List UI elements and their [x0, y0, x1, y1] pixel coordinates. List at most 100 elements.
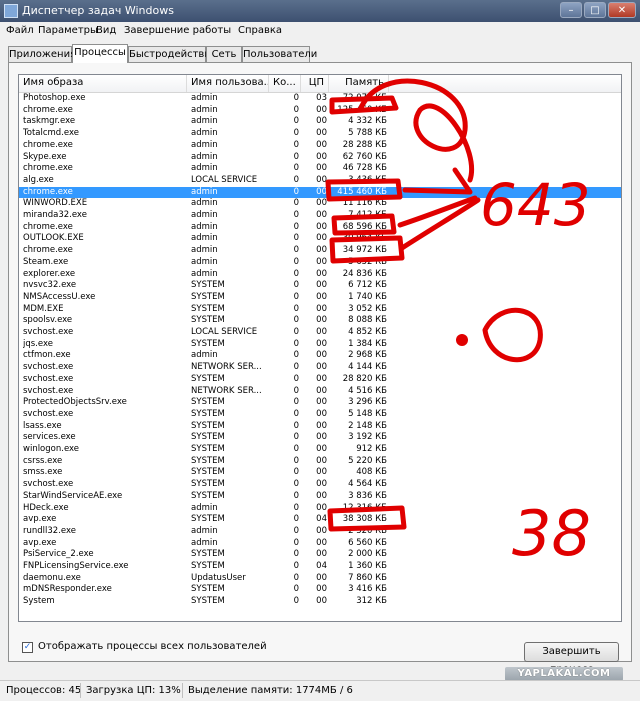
process-name: rundll32.exe [23, 525, 76, 536]
table-row[interactable]: PsiService_2.exe SYSTEM 0 00 2 000 КБ [19, 549, 621, 561]
table-row[interactable]: daemonu.exe UpdatusUser 0 00 7 860 КБ [19, 573, 621, 585]
tab-processes[interactable]: Процессы [72, 44, 128, 63]
table-row[interactable]: chrome.exe admin 0 00 68 596 КБ [19, 222, 621, 234]
tab-network[interactable]: Сеть [206, 46, 242, 62]
table-row[interactable]: svchost.exe SYSTEM 0 00 5 148 КБ [19, 409, 621, 421]
table-row[interactable]: Skype.exe admin 0 00 62 760 КБ [19, 152, 621, 164]
table-row[interactable]: Totalcmd.exe admin 0 00 5 788 КБ [19, 128, 621, 140]
process-session: 0 [293, 291, 299, 302]
process-memory: 11 116 КБ [342, 198, 387, 209]
process-list[interactable]: Имя образа Имя пользова... Ко... ЦП Памя… [18, 74, 622, 622]
menu-view[interactable]: Вид [96, 25, 116, 36]
table-row[interactable]: chrome.exe admin 0 00 34 972 КБ [19, 245, 621, 257]
table-row[interactable]: svchost.exe NETWORK SER... 0 00 4 144 КБ [19, 362, 621, 374]
column-image-name[interactable]: Имя образа [19, 75, 187, 92]
process-memory: 1 384 КБ [348, 338, 387, 349]
menu-file[interactable]: Файл [6, 25, 34, 36]
table-row[interactable]: Steam.exe admin 0 00 5 652 КБ [19, 257, 621, 269]
process-cpu: 00 [316, 338, 327, 349]
show-all-users-checkbox[interactable]: ✓ [22, 642, 33, 653]
table-row[interactable]: csrss.exe SYSTEM 0 00 5 220 КБ [19, 456, 621, 468]
tab-performance[interactable]: Быстродействие [128, 46, 217, 62]
table-row[interactable]: spoolsv.exe SYSTEM 0 00 8 088 КБ [19, 315, 621, 327]
process-user: admin [191, 139, 218, 150]
process-cpu: 00 [316, 455, 327, 466]
table-row[interactable]: services.exe SYSTEM 0 00 3 192 КБ [19, 432, 621, 444]
table-row[interactable]: svchost.exe LOCAL SERVICE 0 00 4 852 КБ [19, 327, 621, 339]
table-row[interactable]: nvsvc32.exe SYSTEM 0 00 6 712 КБ [19, 280, 621, 292]
tab-users[interactable]: Пользователи [242, 46, 317, 62]
process-user: admin [191, 116, 218, 127]
table-row[interactable]: chrome.exe admin 0 00 28 288 КБ [19, 140, 621, 152]
close-button[interactable]: ✕ [608, 2, 636, 18]
table-row[interactable]: jqs.exe SYSTEM 0 00 1 384 КБ [19, 339, 621, 351]
process-user: admin [191, 502, 218, 513]
menu-options[interactable]: Параметры [38, 25, 98, 36]
table-row[interactable]: Photoshop.exe admin 0 03 72 072 КБ [19, 93, 621, 105]
table-row[interactable]: chrome.exe admin 0 00 125 460 КБ [19, 105, 621, 117]
table-row[interactable]: mDNSResponder.exe SYSTEM 0 00 3 416 КБ [19, 584, 621, 596]
table-row[interactable]: ProtectedObjectsSrv.exe SYSTEM 0 00 3 296 КБ [19, 397, 621, 409]
process-user: SYSTEM [191, 490, 225, 501]
table-row[interactable]: taskmgr.exe admin 0 00 4 332 КБ [19, 116, 621, 128]
process-name: System [23, 596, 55, 607]
table-row[interactable]: explorer.exe admin 0 00 24 836 КБ [19, 269, 621, 281]
table-row[interactable]: HDeck.exe admin 0 00 12 316 КБ [19, 503, 621, 515]
process-user: SYSTEM [191, 420, 225, 431]
table-row[interactable]: chrome.exe admin 0 00 46 728 КБ [19, 163, 621, 175]
table-row[interactable]: StarWindServiceAE.exe SYSTEM 0 00 3 836 КБ [19, 491, 621, 503]
process-name: HDeck.exe [23, 502, 69, 513]
process-user: UpdatusUser [191, 572, 246, 583]
process-user: NETWORK SER... [191, 362, 262, 373]
process-memory: 3 416 КБ [348, 584, 387, 595]
process-memory: 912 КБ [356, 444, 387, 454]
table-row[interactable]: smss.exe SYSTEM 0 00 408 КБ [19, 467, 621, 479]
process-cpu: 00 [316, 174, 327, 185]
process-cpu: 00 [316, 397, 327, 408]
table-row[interactable]: WINWORD.EXE admin 0 00 11 116 КБ [19, 198, 621, 210]
table-row[interactable]: alg.exe LOCAL SERVICE 0 00 3 436 КБ [19, 175, 621, 187]
table-row[interactable]: lsass.exe SYSTEM 0 00 2 148 КБ [19, 421, 621, 433]
process-user: admin [191, 525, 218, 536]
process-cpu: 04 [316, 561, 327, 571]
table-row[interactable]: miranda32.exe admin 0 00 7 412 КБ [19, 210, 621, 222]
column-memory[interactable]: Память [329, 75, 389, 92]
column-session[interactable]: Ко... [269, 75, 301, 92]
minimize-button[interactable]: – [560, 2, 582, 18]
end-process-button[interactable]: Завершить процесс [524, 642, 619, 675]
maximize-button[interactable]: □ [584, 2, 606, 18]
table-row[interactable]: winlogon.exe SYSTEM 0 00 912 КБ [19, 444, 621, 456]
table-row[interactable]: MDM.EXE SYSTEM 0 00 3 052 КБ [19, 304, 621, 316]
table-row[interactable]: chrome.exe admin 0 00 415 460 КБ [19, 186, 621, 199]
process-cpu: 00 [316, 128, 327, 139]
process-cpu: 00 [316, 572, 327, 583]
process-cpu: 00 [316, 502, 327, 513]
table-row[interactable]: svchost.exe SYSTEM 0 00 28 820 КБ [19, 374, 621, 386]
process-session: 0 [293, 525, 299, 536]
table-row[interactable]: FNPLicensingService.exe SYSTEM 0 04 1 360 КБ [19, 561, 621, 573]
table-row[interactable]: svchost.exe SYSTEM 0 00 4 564 КБ [19, 479, 621, 491]
table-row[interactable]: avp.exe admin 0 00 6 560 КБ [19, 538, 621, 550]
tab-applications[interactable]: Приложения [8, 46, 76, 62]
process-cpu: 00 [316, 104, 327, 115]
column-cpu[interactable]: ЦП [301, 75, 329, 92]
table-row[interactable]: svchost.exe NETWORK SER... 0 00 4 516 КБ [19, 386, 621, 398]
process-user: admin [191, 128, 218, 139]
process-user: admin [191, 163, 218, 174]
table-row[interactable]: avp.exe SYSTEM 0 04 38 308 КБ [19, 514, 621, 526]
menu-bar: Файл Параметры Вид Завершение работы Спр… [0, 22, 640, 40]
process-user: SYSTEM [191, 280, 225, 291]
table-row[interactable]: OUTLOOK.EXE admin 0 00 30 964 КБ [19, 233, 621, 245]
menu-shutdown[interactable]: Завершение работы [124, 25, 231, 36]
process-session: 0 [293, 444, 299, 454]
table-row[interactable]: System SYSTEM 0 00 312 КБ [19, 596, 621, 608]
table-row[interactable]: ctfmon.exe admin 0 00 2 968 КБ [19, 350, 621, 362]
column-user-name[interactable]: Имя пользова... [187, 75, 269, 92]
process-cpu: 00 [316, 432, 327, 443]
menu-help[interactable]: Справка [238, 25, 282, 36]
process-name: winlogon.exe [23, 444, 80, 454]
process-cpu: 00 [316, 280, 327, 291]
table-row[interactable]: NMSAccessU.exe SYSTEM 0 00 1 740 КБ [19, 292, 621, 304]
process-memory: 4 516 КБ [348, 385, 387, 396]
table-row[interactable]: rundll32.exe admin 0 00 2 520 КБ [19, 526, 621, 538]
